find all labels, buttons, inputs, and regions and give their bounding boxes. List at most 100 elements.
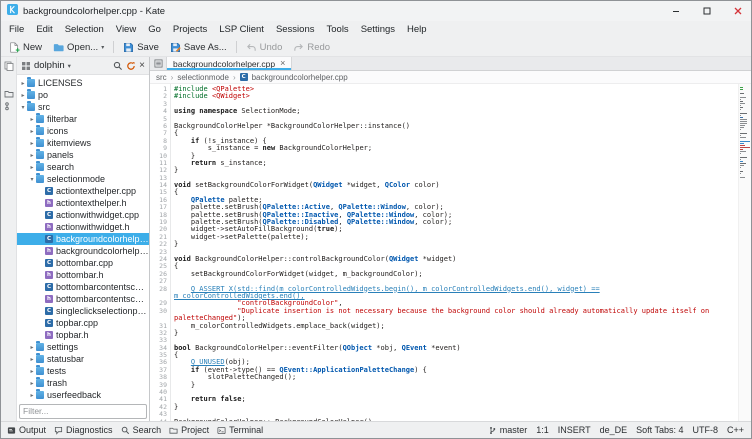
panel-button-search[interactable]: Search bbox=[117, 422, 166, 438]
menu-edit[interactable]: Edit bbox=[30, 23, 58, 36]
tree-file-topbar-cpp[interactable]: Ctopbar.cpp bbox=[17, 317, 149, 329]
save-button[interactable]: Save bbox=[118, 41, 164, 54]
code-line[interactable]: return s_instance; bbox=[174, 160, 738, 167]
code-line[interactable]: return false; bbox=[174, 396, 738, 403]
tree-file-bottombarcontentscont[interactable]: hbottombarcontentscont... bbox=[17, 293, 149, 305]
code-line[interactable]: { bbox=[174, 352, 738, 359]
cursor-position[interactable]: 1:1 bbox=[536, 425, 549, 435]
code-line[interactable]: BackgroundColorHelper *BackgroundColorHe… bbox=[174, 123, 738, 130]
open-button[interactable]: Open... ▾ bbox=[48, 41, 109, 54]
tree-folder-selectionmode[interactable]: ▾selectionmode bbox=[17, 173, 149, 185]
tree-folder-userfeedback[interactable]: ▸userfeedback bbox=[17, 389, 149, 399]
tree-file-singleclickselectionproxy[interactable]: Csingleclickselectionproxy... bbox=[17, 305, 149, 317]
tree-file-bottombar-h[interactable]: hbottombar.h bbox=[17, 269, 149, 281]
redo-button[interactable]: Redo bbox=[288, 41, 335, 54]
close-button[interactable] bbox=[725, 1, 751, 21]
tree-file-topbar-h[interactable]: htopbar.h bbox=[17, 329, 149, 341]
close-sidebar-icon[interactable]: × bbox=[139, 61, 145, 71]
tree-folder-src[interactable]: ▾src bbox=[17, 101, 149, 113]
title-bar[interactable]: backgroundcolorhelper.cpp - Kate bbox=[1, 1, 751, 21]
panel-button-diagnostics[interactable]: Diagnostics bbox=[50, 422, 117, 438]
input-mode[interactable]: INSERT bbox=[558, 425, 591, 435]
tree-file-actiontexthelper-h[interactable]: hactiontexthelper.h bbox=[17, 197, 149, 209]
menu-view[interactable]: View bbox=[110, 23, 142, 36]
code-line[interactable] bbox=[174, 389, 738, 396]
tree-folder-kitemviews[interactable]: ▸kitemviews bbox=[17, 137, 149, 149]
chevron-down-icon[interactable]: ▾ bbox=[68, 62, 71, 70]
tree-folder-panels[interactable]: ▸panels bbox=[17, 149, 149, 161]
menu-selection[interactable]: Selection bbox=[59, 23, 110, 36]
breadcrumb-backgroundcolorhelper-cpp[interactable]: backgroundcolorhelper.cpp bbox=[252, 73, 348, 82]
panel-button-output[interactable]: Output bbox=[3, 422, 50, 438]
git-tool-icon[interactable] bbox=[3, 100, 15, 112]
code-line[interactable]: slotPaletteChanged(); bbox=[174, 374, 738, 381]
code-line[interactable]: setBackgroundColorForWidget(widget, m_ba… bbox=[174, 271, 738, 278]
tree-file-backgroundcolorhelper-h[interactable]: hbackgroundcolorhelper.h bbox=[17, 245, 149, 257]
refresh-icon[interactable] bbox=[126, 61, 136, 71]
breadcrumb-src[interactable]: src bbox=[156, 73, 167, 82]
code-line[interactable]: #include <QPalette> bbox=[174, 86, 738, 93]
project-name[interactable]: dolphin bbox=[34, 60, 65, 71]
projects-icon[interactable] bbox=[3, 88, 15, 100]
minimap[interactable] bbox=[738, 84, 751, 421]
code-line[interactable]: bool BackgroundColorHelper::eventFilter(… bbox=[174, 345, 738, 352]
menu-sessions[interactable]: Sessions bbox=[270, 23, 321, 36]
tree-folder-tests[interactable]: ▸tests bbox=[17, 365, 149, 377]
minimize-button[interactable] bbox=[663, 1, 689, 21]
code-line[interactable]: void BackgroundColorHelper::controlBackg… bbox=[174, 256, 738, 263]
code-line[interactable]: #include <QWidget> bbox=[174, 93, 738, 100]
tree-file-actionwithwidget-h[interactable]: hactionwithwidget.h bbox=[17, 221, 149, 233]
tree-folder-search[interactable]: ▸search bbox=[17, 161, 149, 173]
search-icon[interactable] bbox=[113, 61, 123, 71]
menu-help[interactable]: Help bbox=[401, 23, 433, 36]
code-area[interactable]: #include <QPalette>#include <QWidget> usi… bbox=[171, 84, 738, 421]
code-line[interactable]: void setBackgroundColorForWidget(QWidget… bbox=[174, 182, 738, 189]
maximize-button[interactable] bbox=[694, 1, 720, 21]
code-line[interactable]: m_colorControlledWidgets.emplace_back(wi… bbox=[174, 323, 738, 330]
menu-settings[interactable]: Settings bbox=[355, 23, 401, 36]
syntax-mode[interactable]: C++ bbox=[727, 425, 744, 435]
code-line[interactable]: } bbox=[174, 167, 738, 174]
dictionary[interactable]: de_DE bbox=[600, 425, 628, 435]
tab-mode[interactable]: Soft Tabs: 4 bbox=[636, 425, 683, 435]
new-button[interactable]: New bbox=[4, 41, 47, 54]
code-line[interactable]: } bbox=[174, 382, 738, 389]
breadcrumb-selectionmode[interactable]: selectionmode bbox=[177, 73, 229, 82]
tree-folder-icons[interactable]: ▸icons bbox=[17, 125, 149, 137]
minimap-line bbox=[740, 99, 741, 100]
code-line[interactable]: } bbox=[174, 241, 738, 248]
tree-file-bottombar-cpp[interactable]: Cbottombar.cpp bbox=[17, 257, 149, 269]
filter-input[interactable] bbox=[19, 404, 147, 419]
documents-icon[interactable] bbox=[3, 60, 15, 72]
git-branch[interactable]: master bbox=[488, 425, 528, 435]
panel-button-terminal[interactable]: Terminal bbox=[213, 422, 267, 438]
menu-projects[interactable]: Projects bbox=[167, 23, 213, 36]
undo-button[interactable]: Undo bbox=[241, 41, 288, 54]
code-line[interactable]: s_instance = new BackgroundColorHelper; bbox=[174, 145, 738, 152]
code-line[interactable]: } bbox=[174, 404, 738, 411]
code-line[interactable]: "Duplicate insertion is not necessary be… bbox=[174, 308, 738, 315]
tree-folder-po[interactable]: ▸po bbox=[17, 89, 149, 101]
tree-folder-filterbar[interactable]: ▸filterbar bbox=[17, 113, 149, 125]
panel-button-project[interactable]: Project bbox=[165, 422, 213, 438]
menu-file[interactable]: File bbox=[3, 23, 30, 36]
save-as-button[interactable]: Save As... bbox=[165, 41, 232, 54]
encoding[interactable]: UTF-8 bbox=[692, 425, 718, 435]
document-list-icon[interactable] bbox=[150, 57, 166, 70]
menu-go[interactable]: Go bbox=[142, 23, 167, 36]
tab-backgroundcolorhelper[interactable]: backgroundcolorhelper.cpp × bbox=[166, 57, 292, 70]
tab-close-icon[interactable]: × bbox=[280, 59, 285, 68]
code-line[interactable]: } bbox=[174, 330, 738, 337]
tree-folder-settings[interactable]: ▸settings bbox=[17, 341, 149, 353]
tree-folder-licenses[interactable]: ▸LICENSES bbox=[17, 77, 149, 89]
menu-tools[interactable]: Tools bbox=[321, 23, 355, 36]
tree-file-bottombarcontentscont[interactable]: Cbottombarcontentscont... bbox=[17, 281, 149, 293]
tree-file-actionwithwidget-cpp[interactable]: Cactionwithwidget.cpp bbox=[17, 209, 149, 221]
tree-file-actiontexthelper-cpp[interactable]: Cactiontexthelper.cpp bbox=[17, 185, 149, 197]
code-line[interactable]: using namespace SelectionMode; bbox=[174, 108, 738, 115]
tree-folder-trash[interactable]: ▸trash bbox=[17, 377, 149, 389]
tree-file-backgroundcolorhelper-c[interactable]: Cbackgroundcolorhelper.c... bbox=[17, 233, 149, 245]
menu-lsp-client[interactable]: LSP Client bbox=[213, 23, 270, 36]
code-line[interactable]: widget->setPalette(palette); bbox=[174, 234, 738, 241]
tree-folder-statusbar[interactable]: ▸statusbar bbox=[17, 353, 149, 365]
